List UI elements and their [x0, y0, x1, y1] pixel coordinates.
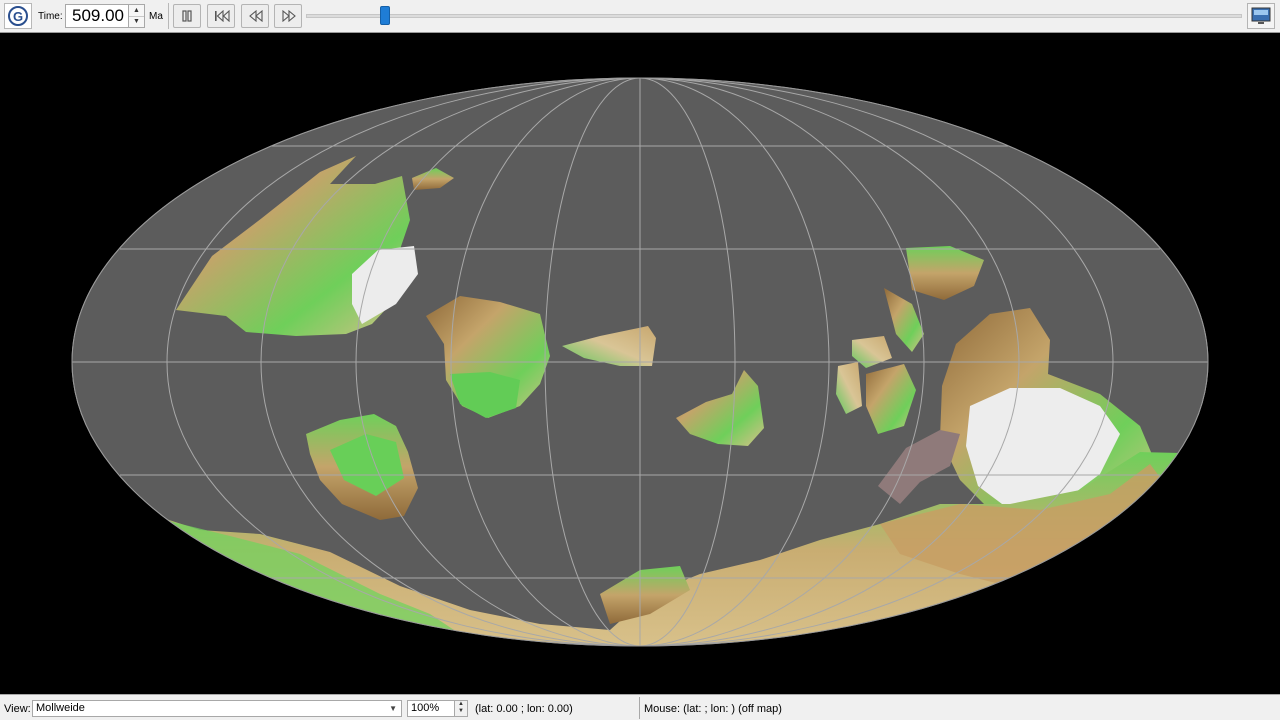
fast-forward-icon	[282, 10, 296, 22]
animation-slider-track[interactable]	[306, 14, 1242, 18]
rewind-icon	[249, 10, 263, 22]
globe-map-view[interactable]	[0, 34, 1280, 690]
reset-button[interactable]	[207, 4, 235, 28]
projection-select[interactable]: Mollweide ▼	[32, 700, 402, 717]
animation-slider-handle[interactable]	[380, 6, 391, 25]
status-bar: View: Mollweide ▼ 100% ▲ ▼ (lat: 0.00 ; l…	[0, 694, 1280, 720]
zoom-spinner[interactable]: ▲ ▼	[455, 700, 468, 717]
animation-toolbar: G Time: 509.00 ▲ ▼ Ma	[0, 0, 1280, 33]
chevron-down-icon[interactable]: ▼	[389, 701, 397, 716]
camera-coordinates: (lat: 0.00 ; lon: 0.00)	[475, 703, 573, 715]
toolbar-separator	[168, 3, 169, 29]
pause-icon	[182, 10, 192, 22]
pause-button[interactable]	[173, 4, 201, 28]
step-forward-button[interactable]	[274, 4, 302, 28]
time-unit-label: Ma	[149, 11, 163, 22]
mouse-coordinates: Mouse: (lat: ; lon: ) (off map)	[644, 703, 782, 715]
mollweide-map[interactable]	[0, 34, 1280, 690]
gplates-logo-icon[interactable]: G	[4, 3, 32, 29]
spin-down-icon[interactable]: ▼	[129, 16, 144, 27]
svg-text:G: G	[13, 9, 23, 24]
projection-value: Mollweide	[36, 702, 85, 714]
time-spinner[interactable]: ▲ ▼	[129, 4, 145, 28]
status-separator	[639, 697, 640, 719]
step-back-button[interactable]	[241, 4, 269, 28]
skip-to-start-icon	[215, 10, 230, 22]
monitor-icon	[1251, 7, 1271, 24]
time-input[interactable]: 509.00	[65, 4, 129, 28]
zoom-input[interactable]: 100%	[407, 700, 455, 717]
view-label: View:	[4, 703, 31, 715]
window-button[interactable]	[1247, 3, 1275, 29]
time-label: Time:	[38, 11, 63, 22]
